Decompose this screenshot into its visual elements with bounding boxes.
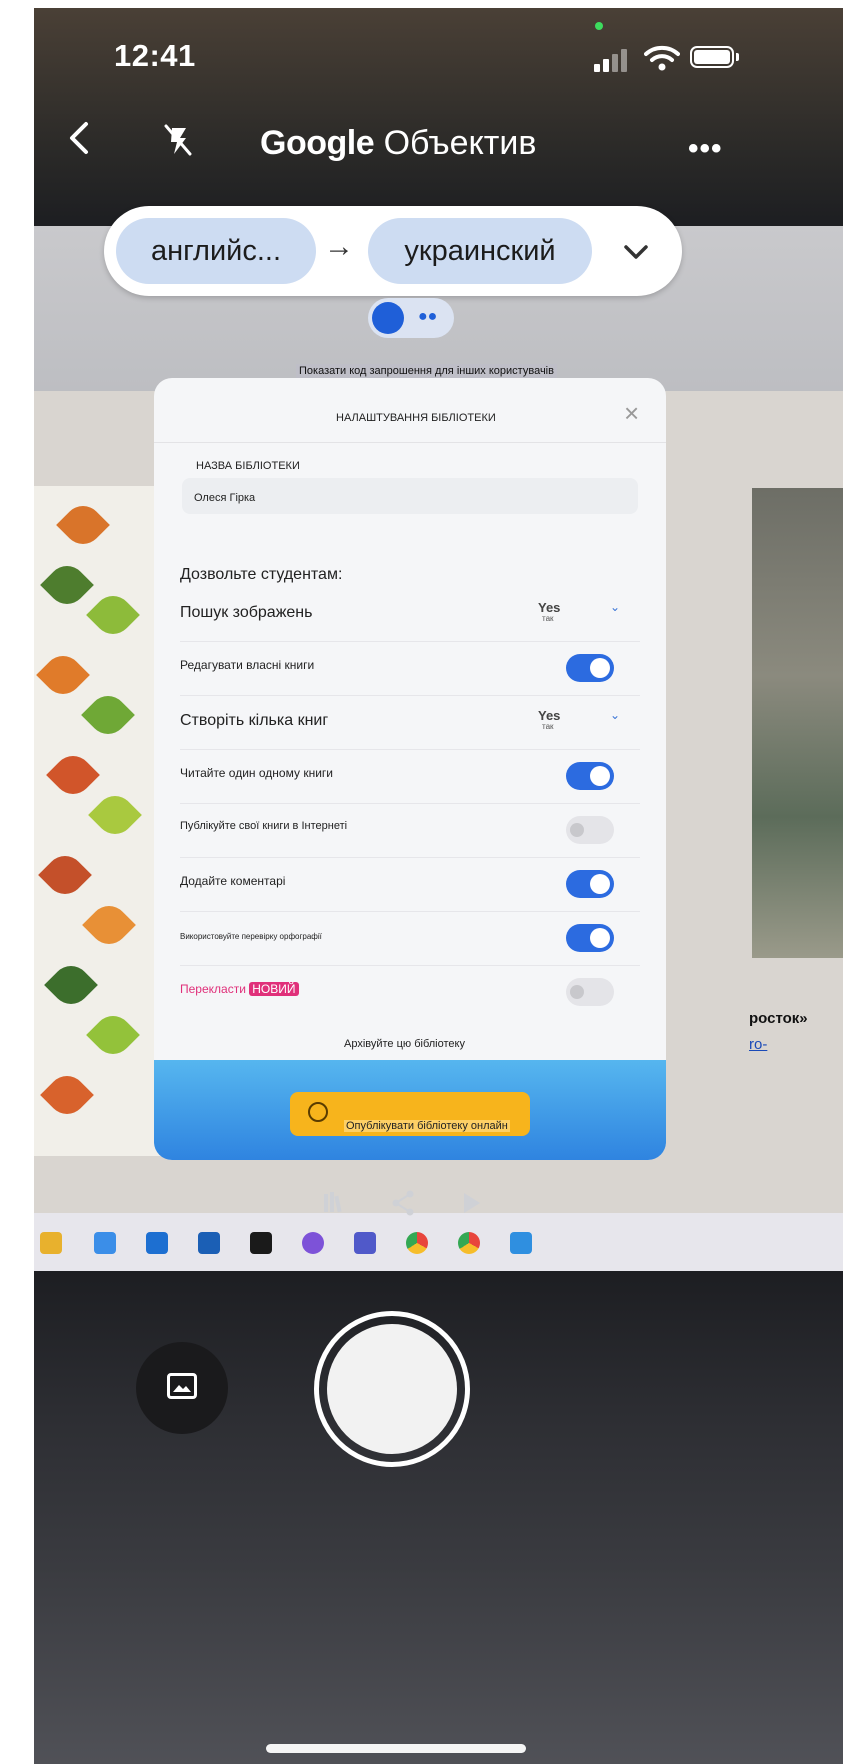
background-article-link: ro- [749, 1036, 768, 1053]
book-icon [372, 302, 404, 334]
adobe-icon [250, 1232, 272, 1254]
play-icon [464, 1193, 480, 1213]
toggle-switch [566, 654, 614, 682]
dialog-divider [154, 442, 666, 443]
gallery-button[interactable] [136, 1342, 228, 1434]
setting-row: Публікуйте свої книги в Інтернеті [154, 802, 666, 858]
battery-icon [690, 46, 734, 68]
setting-label: Створіть кілька книг [180, 712, 329, 729]
invite-code-translation: Показати код запрошення для інших корист… [296, 364, 557, 378]
toggle-switch [566, 978, 614, 1006]
setting-label: Пошук зображень [180, 604, 313, 621]
users-icon: ●● [418, 308, 438, 325]
home-indicator[interactable] [266, 1744, 526, 1753]
google-wordmark: Google [260, 124, 375, 162]
setting-label: Перекласти НОВИЙ [180, 982, 299, 996]
translate-label: Перекласти [180, 982, 246, 996]
library-name-value: Олеся Гірка [194, 492, 256, 504]
library-settings-dialog: НАЛАШТУВАННЯ БІБЛІОТЕКИ × НАЗВА БІБЛІОТЕ… [154, 378, 666, 1160]
select-value: Yes [538, 708, 561, 723]
dialog-title: НАЛАШТУВАННЯ БІБЛІОТЕКИ [336, 412, 496, 424]
store-icon [94, 1232, 116, 1254]
teams-icon [354, 1232, 376, 1254]
close-icon: × [624, 398, 640, 428]
setting-row: Перекласти НОВИЙ [154, 964, 666, 1020]
outlook-icon [146, 1232, 168, 1254]
flash-off-icon[interactable] [158, 118, 198, 162]
battery-tip [736, 53, 739, 61]
leaf-decoration-image [34, 486, 164, 1156]
target-language-chip[interactable]: украинский [368, 218, 592, 284]
toggle-switch [566, 816, 614, 844]
allow-students-heading: Дозвольте студентам: [180, 566, 343, 583]
library-tabs: ●● [368, 298, 454, 338]
archive-library-link: Архівуйте цю бібліотеку [344, 1038, 465, 1050]
camera-in-use-indicator [595, 22, 603, 30]
chevron-down-icon: ⌄ [610, 600, 621, 614]
setting-row: Читайте один одному книги [154, 748, 666, 804]
globe-icon [308, 1102, 328, 1122]
dialog-footer: Опублікувати бібліотеку онлайн [154, 1060, 666, 1160]
book-toolbar [324, 1190, 480, 1216]
photos-icon [510, 1232, 532, 1254]
shutter-button[interactable] [327, 1324, 457, 1454]
back-arrow-icon[interactable] [60, 116, 100, 160]
toggle-switch [566, 870, 614, 898]
arrow-right-icon: → [324, 230, 354, 263]
signal-icon [594, 48, 628, 72]
setting-label: Використовуйте перевірку орфографії [180, 932, 322, 941]
setting-label: Редагувати власні книги [180, 658, 315, 672]
viber-icon [302, 1232, 324, 1254]
library-icon [324, 1192, 342, 1213]
toggle-switch [566, 762, 614, 790]
wifi-icon [644, 45, 680, 71]
setting-label: Додайте коментарі [180, 874, 286, 888]
gallery-icon [167, 1373, 197, 1399]
image-search-select: Yes так ⌄ [538, 600, 634, 630]
setting-label: Читайте один одному книги [180, 766, 333, 780]
setting-row: Створіть кілька книг Yes так ⌄ [154, 694, 666, 750]
chevron-down-icon[interactable] [616, 232, 656, 272]
security-icon [198, 1232, 220, 1254]
chrome-icon [406, 1232, 428, 1254]
app-title: Google Объектив [260, 124, 536, 163]
lens-product-name: Объектив [383, 124, 537, 162]
new-badge: НОВИЙ [249, 982, 299, 996]
source-language-chip[interactable]: английс... [116, 218, 316, 284]
chevron-down-icon: ⌄ [610, 708, 621, 722]
background-article-text: росток» [749, 1010, 808, 1027]
camera-viewfinder: росток» ro- 12:41 Google Объектив ••• ан… [34, 8, 843, 1764]
share-icon [392, 1190, 414, 1216]
setting-label: Публікуйте свої книги в Інтернеті [180, 820, 348, 832]
publish-library-button: Опублікувати бібліотеку онлайн [290, 1092, 530, 1136]
setting-row: Редагувати власні книги [154, 640, 666, 696]
explorer-icon [40, 1232, 62, 1254]
publish-library-label: Опублікувати бібліотеку онлайн [344, 1120, 510, 1132]
status-time: 12:41 [114, 38, 196, 73]
setting-row: Додайте коментарі [154, 856, 666, 912]
more-icon[interactable]: ••• [688, 132, 723, 166]
library-name-label: НАЗВА БІБЛІОТЕКИ [196, 460, 300, 472]
chrome-profile-icon [458, 1232, 480, 1254]
setting-row: Використовуйте перевірку орфографії [154, 910, 666, 966]
language-selector: английс... → украинский [104, 206, 682, 296]
select-value-translation: так [542, 614, 554, 623]
setting-row: Пошук зображень Yes так ⌄ [154, 586, 666, 642]
select-value: Yes [538, 600, 561, 615]
select-value-translation: так [542, 722, 554, 731]
multiple-books-select: Yes так ⌄ [538, 708, 634, 738]
classroom-photo [752, 488, 843, 958]
toggle-switch [566, 924, 614, 952]
